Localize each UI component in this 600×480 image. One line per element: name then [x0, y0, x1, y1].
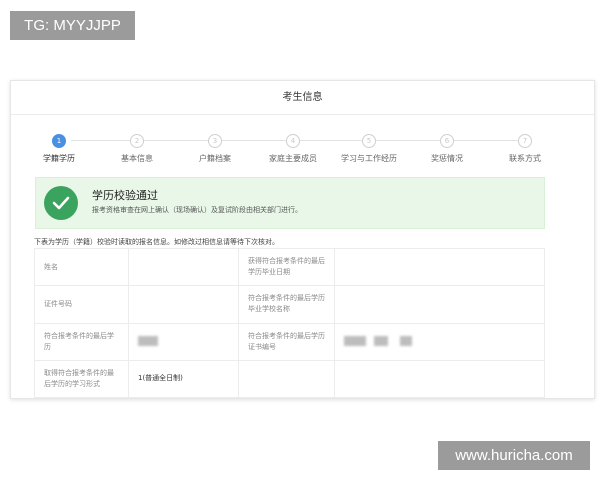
- step-label: 家庭主要成员: [269, 154, 317, 163]
- grad-date-value: [334, 247, 545, 287]
- table-intro-text: 下表为学历（学籍）校验时读取的报名信息。如修改过相信息请等待下次核对。: [34, 238, 279, 246]
- applicant-info-table: 姓名 获得符合报考条件的最后学历毕业日期 证件号码 符合报考条件的最后学历毕业学…: [34, 247, 545, 398]
- verification-success-banner: 学历校验通过 报考资格审查在网上确认（现场确认）及复试阶段由相关部门进行。: [35, 177, 545, 229]
- banner-title: 学历校验通过: [92, 189, 158, 202]
- table-row: 取得符合报考条件的最后学历的学习形式 1(普通全日制): [34, 359, 545, 398]
- name-value: [128, 247, 239, 287]
- step-number: 3: [208, 134, 222, 148]
- redacted-value: [400, 336, 413, 347]
- page-title: 考生信息: [11, 81, 594, 115]
- empty-cell: [238, 359, 335, 398]
- study-form-label: 取得符合报考条件的最后学历的学习形式: [34, 359, 129, 398]
- step-number: 1: [52, 134, 66, 148]
- study-form-value: 1(普通全日制): [128, 359, 239, 398]
- telegram-watermark: TG: MYYJJPP: [10, 11, 135, 40]
- progress-steps: 1 学籍学历 2 基本信息 3 户籍档案 4 家庭主要成员 5 学习与工作经历 …: [11, 134, 594, 166]
- step-label: 联系方式: [509, 154, 541, 163]
- cert-label: 符合报考条件的最后学历证书编号: [238, 322, 335, 361]
- step-4[interactable]: 4 家庭主要成员: [263, 134, 323, 164]
- table-row: 姓名 获得符合报考条件的最后学历毕业日期: [34, 247, 545, 287]
- step-1[interactable]: 1 学籍学历: [29, 134, 89, 164]
- school-label: 符合报考条件的最后学历毕业学校名称: [238, 285, 335, 324]
- site-watermark: www.huricha.com: [438, 441, 590, 470]
- banner-description: 报考资格审查在网上确认（现场确认）及复试阶段由相关部门进行。: [92, 206, 302, 214]
- id-value: [128, 285, 239, 324]
- name-label: 姓名: [34, 247, 129, 287]
- step-number: 4: [286, 134, 300, 148]
- step-6[interactable]: 6 奖惩情况: [417, 134, 477, 164]
- school-value: [334, 285, 545, 324]
- redacted-value: [344, 336, 366, 347]
- step-label: 户籍档案: [199, 154, 231, 163]
- step-number: 7: [518, 134, 532, 148]
- table-row: 符合报考条件的最后学历 符合报考条件的最后学历证书编号: [34, 322, 545, 361]
- step-label: 基本信息: [121, 154, 153, 163]
- table-row: 证件号码 符合报考条件的最后学历毕业学校名称: [34, 285, 545, 324]
- step-number: 2: [130, 134, 144, 148]
- degree-value: [128, 322, 239, 361]
- step-2[interactable]: 2 基本信息: [107, 134, 167, 164]
- step-label: 学习与工作经历: [341, 154, 397, 163]
- step-5[interactable]: 5 学习与工作经历: [339, 134, 399, 164]
- redacted-value: [374, 336, 389, 347]
- step-number: 5: [362, 134, 376, 148]
- grad-date-label: 获得符合报考条件的最后学历毕业日期: [238, 247, 335, 287]
- check-icon: [44, 186, 78, 220]
- step-7[interactable]: 7 联系方式: [495, 134, 555, 164]
- step-3[interactable]: 3 户籍档案: [185, 134, 245, 164]
- exam-info-card: 考生信息 1 学籍学历 2 基本信息 3 户籍档案 4 家庭主要成员 5 学习与…: [10, 80, 595, 399]
- cert-value: [334, 322, 545, 361]
- step-label: 学籍学历: [43, 154, 75, 163]
- degree-label: 符合报考条件的最后学历: [34, 322, 129, 361]
- redacted-value: [138, 336, 158, 347]
- step-label: 奖惩情况: [431, 154, 463, 163]
- empty-cell: [334, 359, 545, 398]
- id-label: 证件号码: [34, 285, 129, 324]
- step-number: 6: [440, 134, 454, 148]
